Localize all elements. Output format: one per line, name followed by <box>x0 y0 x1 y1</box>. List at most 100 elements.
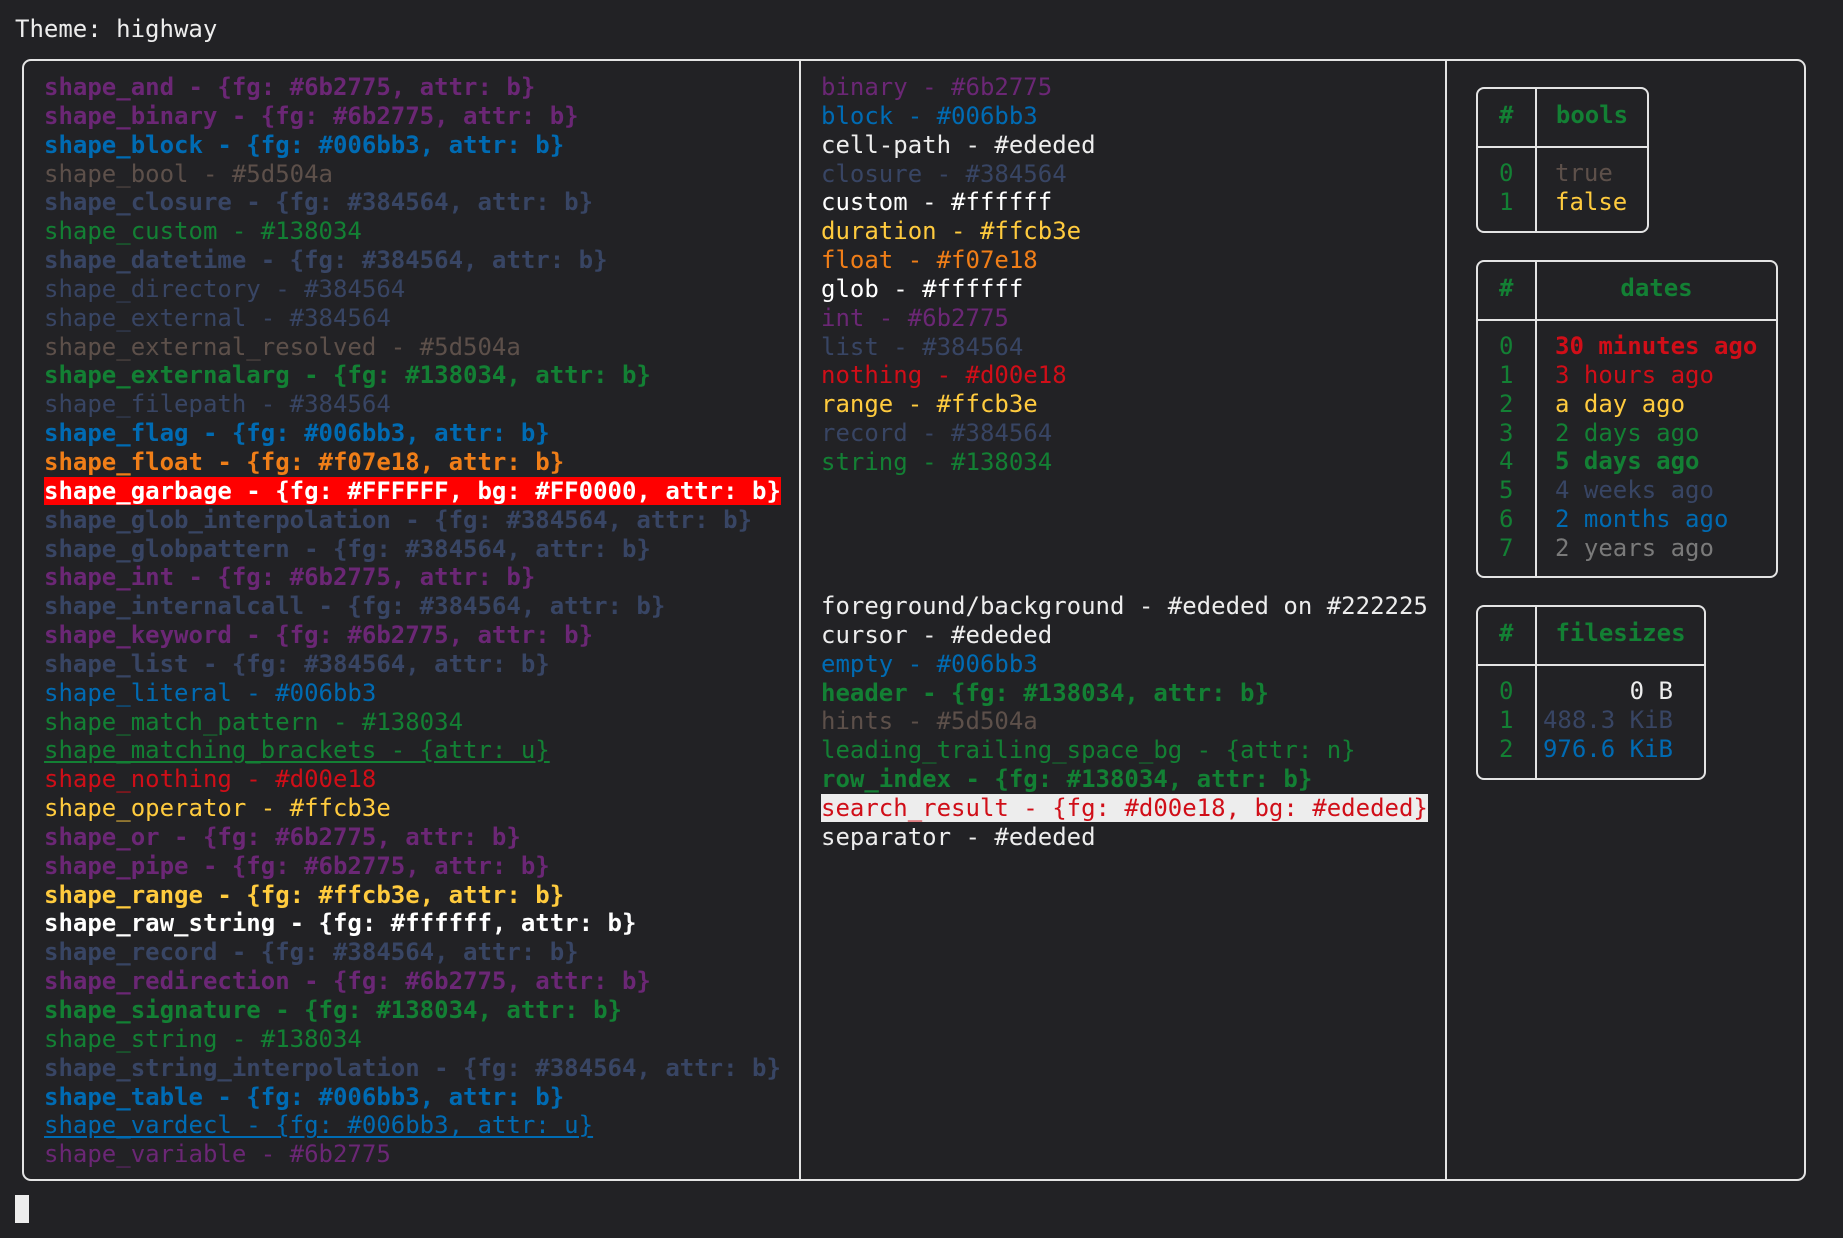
shapes-entry-text: shape_binary - {fg: #6b2775, attr: b} <box>44 101 579 130</box>
filesizes-table: # filesizes 0 0 B 1 488.3 KiB 2 976.6 KiB <box>1476 605 1706 780</box>
shapes-entry: shape_external_resolved - #5d504a <box>44 333 781 362</box>
shapes-entry-text: shape_externalarg - {fg: #138034, attr: … <box>44 361 651 390</box>
shapes-entry-text: shape_internalcall - {fg: #384564, attr:… <box>44 592 666 621</box>
shapes-entry: shape_variable - #6b2775 <box>44 1140 781 1169</box>
table-row-value: 5 days ago <box>1555 447 1700 476</box>
table-row-index: 3 <box>1499 418 1514 447</box>
table-row-value: 488.3 KiB <box>1542 705 1673 734</box>
types-entry-text: glob - #ffffff <box>821 274 1024 303</box>
shapes-entry: shape_binary - {fg: #6b2775, attr: b} <box>44 102 781 131</box>
shapes-entry-text: shape_and - {fg: #6b2775, attr: b} <box>44 73 536 101</box>
column-divider <box>799 59 801 1181</box>
shapes-entry: shape_globpattern - {fg: #384564, attr: … <box>44 535 781 564</box>
ui-entry: cursor - #ededed <box>821 621 1428 650</box>
shapes-entry-text: shape_variable - #6b2775 <box>44 1140 391 1169</box>
types-entry-text: nothing - #d00e18 <box>821 361 1067 390</box>
shapes-entry-text: shape_block - {fg: #006bb3, attr: b} <box>44 130 565 159</box>
shapes-entry: shape_external - #384564 <box>44 304 781 333</box>
shapes-entry: shape_table - {fg: #006bb3, attr: b} <box>44 1083 781 1112</box>
shapes-entry: shape_bool - #5d504a <box>44 160 781 189</box>
types-entry: float - #f07e18 <box>821 246 1096 275</box>
table-row-index: 1 <box>1499 187 1514 216</box>
shapes-entry-text: shape_matching_brackets - {attr: u} <box>44 736 550 765</box>
types-entry-text: float - #f07e18 <box>821 246 1038 275</box>
shapes-entry-text: shape_int - {fg: #6b2775, attr: b} <box>44 563 536 592</box>
table-column-divider <box>1535 262 1537 576</box>
types-entry: cell-path - #ededed <box>821 131 1096 160</box>
shapes-entry: shape_custom - #138034 <box>44 217 781 246</box>
shapes-entry: shape_flag - {fg: #006bb3, attr: b} <box>44 419 781 448</box>
shapes-entry: shape_directory - #384564 <box>44 275 781 304</box>
shapes-entry-text: shape_vardecl - {fg: #006bb3, attr: u} <box>44 1111 594 1140</box>
shapes-entry-text: shape_glob_interpolation - {fg: #384564,… <box>44 505 753 534</box>
table-index-header: # <box>1499 619 1514 647</box>
table-index-header: # <box>1499 274 1514 302</box>
shapes-entry-text: shape_external_resolved - #5d504a <box>44 332 521 361</box>
shapes-entry-text: shape_external - #384564 <box>44 303 391 332</box>
shapes-entry-text: shape_flag - {fg: #006bb3, attr: b} <box>44 419 550 448</box>
types-entry-text: binary - #6b2775 <box>821 73 1053 101</box>
table-row-value: 4 weeks ago <box>1555 476 1714 505</box>
table-row-value: true <box>1555 159 1613 187</box>
shapes-entry: shape_record - {fg: #384564, attr: b} <box>44 938 781 967</box>
table-header-divider <box>1478 319 1776 321</box>
types-entry-text: cell-path - #ededed <box>821 130 1096 159</box>
shapes-entry-text: shape_string - #138034 <box>44 1024 362 1053</box>
shapes-entry: shape_or - {fg: #6b2775, attr: b} <box>44 823 781 852</box>
shapes-entry-text: shape_operator - #ffcb3e <box>44 794 391 823</box>
table-column-header: bools <box>1555 101 1629 129</box>
shapes-entry: shape_operator - #ffcb3e <box>44 794 781 823</box>
table-row-value: 30 minutes ago <box>1555 332 1758 360</box>
table-row-index: 0 <box>1499 677 1514 705</box>
shapes-entry-text: shape_literal - #006bb3 <box>44 678 377 707</box>
shapes-entry-text: shape_custom - #138034 <box>44 217 362 246</box>
shapes-entry: shape_raw_string - {fg: #ffffff, attr: b… <box>44 909 781 938</box>
table-header-divider <box>1478 664 1704 666</box>
shapes-entry-text: shape_directory - #384564 <box>44 274 406 303</box>
types-entry-text: block - #006bb3 <box>821 101 1038 130</box>
shapes-entry-text: shape_closure - {fg: #384564, attr: b} <box>44 188 594 217</box>
shapes-entry-text: shape_match_pattern - #138034 <box>44 707 464 736</box>
table-row-value: 0 B <box>1629 677 1673 705</box>
shapes-entry-text: shape_or - {fg: #6b2775, attr: b} <box>44 822 521 851</box>
shapes-entry-text: shape_list - {fg: #384564, attr: b} <box>44 649 550 678</box>
table-row-index: 1 <box>1499 360 1514 389</box>
shapes-entry-text: shape_table - {fg: #006bb3, attr: b} <box>44 1082 565 1111</box>
ui-entry-text: separator - #ededed <box>821 822 1096 851</box>
types-entry-text: custom - #ffffff <box>821 188 1053 217</box>
types-entry: range - #ffcb3e <box>821 390 1096 419</box>
shapes-entry-text: shape_pipe - {fg: #6b2775, attr: b} <box>44 851 550 880</box>
ui-entry: separator - #ededed <box>821 823 1428 852</box>
shapes-entry: shape_match_pattern - #138034 <box>44 708 781 737</box>
table-row-index: 7 <box>1499 533 1514 562</box>
table-index-header: # <box>1499 101 1514 129</box>
shapes-entry: shape_glob_interpolation - {fg: #384564,… <box>44 506 781 535</box>
shapes-entry: shape_string - #138034 <box>44 1025 781 1054</box>
shapes-entry: shape_internalcall - {fg: #384564, attr:… <box>44 592 781 621</box>
types-entry: binary - #6b2775 <box>821 73 1096 102</box>
shapes-entry-text: shape_range - {fg: #ffcb3e, attr: b} <box>44 880 565 909</box>
types-entry: record - #384564 <box>821 419 1096 448</box>
shapes-entry-text: shape_nothing - #d00e18 <box>44 765 377 794</box>
type-colors-list: binary - #6b2775 block - #006bb3 cell-path… <box>821 73 1096 477</box>
table-row-value: 2 months ago <box>1555 505 1729 534</box>
shapes-entry-text: shape_record - {fg: #384564, attr: b} <box>44 938 579 967</box>
table-row-value: false <box>1555 187 1628 216</box>
ui-entry: hints - #5d504a <box>821 707 1428 736</box>
shapes-entry-text: shape_globpattern - {fg: #384564, attr: … <box>44 534 651 563</box>
table-row-value: 2 years ago <box>1555 533 1714 562</box>
table-row-index: 0 <box>1499 159 1514 187</box>
shapes-entry: shape_externalarg - {fg: #138034, attr: … <box>44 361 781 390</box>
table-header-divider <box>1478 146 1647 148</box>
shapes-entry: shape_pipe - {fg: #6b2775, attr: b} <box>44 852 781 881</box>
terminal-cursor[interactable] <box>15 1195 29 1223</box>
shapes-entry: shape_nothing - #d00e18 <box>44 765 781 794</box>
ui-entry: search_result - {fg: #d00e18, bg: #edede… <box>821 793 1428 823</box>
table-row-value: 976.6 KiB <box>1542 734 1673 763</box>
shapes-entry: shape_vardecl - {fg: #006bb3, attr: u} <box>44 1111 781 1140</box>
ui-entry-text: row_index - {fg: #138034, attr: b} <box>821 765 1313 794</box>
types-entry: custom - #ffffff <box>821 188 1096 217</box>
table-row-index: 2 <box>1499 389 1514 418</box>
shapes-entry: shape_garbage - {fg: #FFFFFF, bg: #FF000… <box>44 476 781 506</box>
table-column-header: dates <box>1620 274 1693 302</box>
